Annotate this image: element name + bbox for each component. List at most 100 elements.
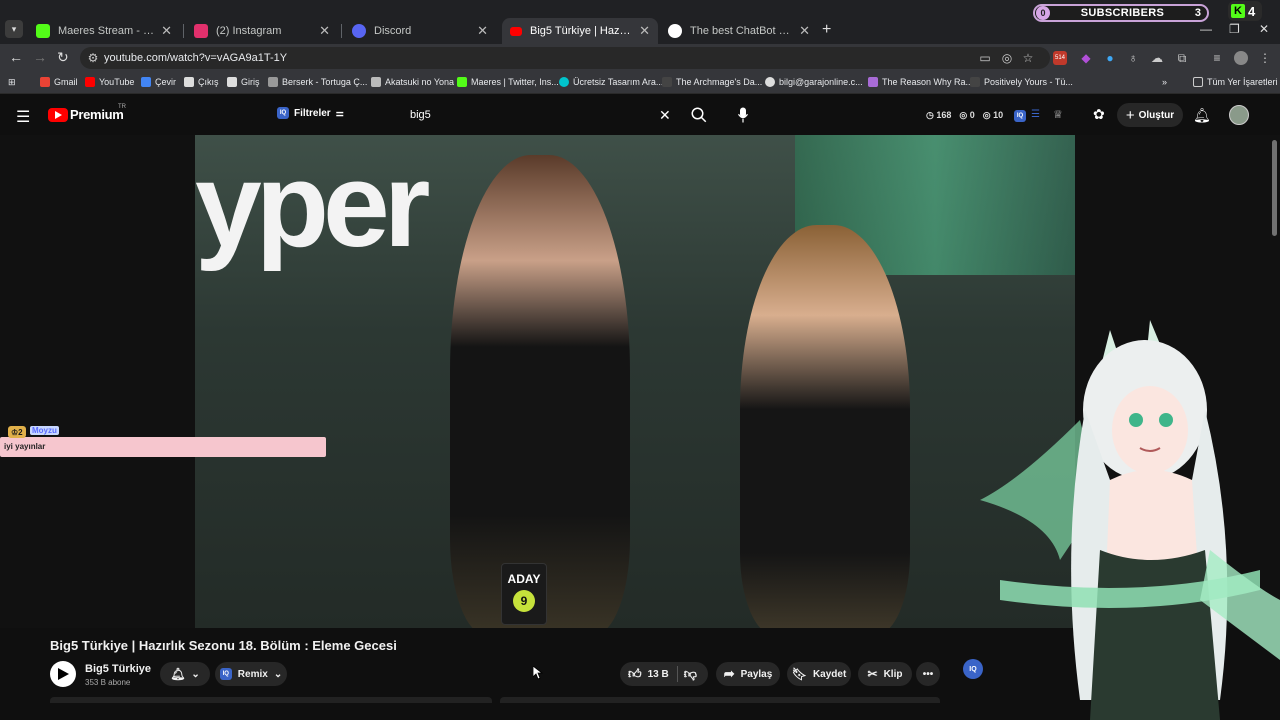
more-horizontal-icon: •••: [922, 668, 934, 680]
tab-close-icon[interactable]: ✕: [319, 23, 330, 39]
apps-grid-icon[interactable]: ⊞: [8, 77, 16, 88]
page-icon: [227, 77, 237, 87]
notifications-bell-icon[interactable]: 🔔︎: [1193, 107, 1211, 124]
chat-username: Moyzu: [30, 426, 59, 435]
youtube-premium-label[interactable]: Premium: [70, 107, 124, 122]
video-title: Big5 Türkiye | Hazırlık Sezonu 18. Bölüm…: [50, 638, 397, 653]
list-icon[interactable]: ☰: [1031, 109, 1040, 120]
extensions-puzzle-icon[interactable]: ⧉: [1175, 51, 1189, 65]
remix-button[interactable]: IQ Remix ⌄: [215, 662, 287, 686]
tab-close-icon[interactable]: ✕: [799, 23, 810, 39]
clip-button[interactable]: ✂ Klip: [858, 662, 912, 686]
extension-icon[interactable]: ♁: [1126, 51, 1140, 65]
bookmark-garajonline[interactable]: bilgi@garajonline.c...: [765, 77, 863, 87]
stat-views: ◷ 168: [926, 110, 952, 120]
hamburger-menu-icon[interactable]: ☰: [16, 107, 30, 127]
tab-close-icon[interactable]: ✕: [477, 23, 488, 39]
bookmark-reason-why[interactable]: The Reason Why Ra...: [868, 77, 973, 87]
tab-close-icon[interactable]: ✕: [639, 23, 650, 39]
eye-off-icon[interactable]: ◎: [1000, 51, 1014, 65]
tab-list-icon[interactable]: ≡: [1210, 51, 1224, 65]
tab-close-icon[interactable]: ✕: [161, 23, 172, 39]
video-sign-text: yper: [195, 138, 430, 272]
more-menu-icon[interactable]: ⋮: [1258, 51, 1272, 65]
site-info-icon[interactable]: ⚙: [86, 51, 100, 65]
tab-chatbot-widgets[interactable]: The best ChatBot and Widgets ✕: [660, 18, 818, 44]
like-dislike-group: 👍︎ 13 B 👎︎: [620, 662, 708, 686]
bookmark-canva[interactable]: Ücretsiz Tasarım Ara...: [559, 77, 663, 87]
tab-discord[interactable]: Discord ✕: [344, 18, 496, 44]
profile-avatar[interactable]: [1234, 51, 1248, 65]
forward-button[interactable]: →: [33, 49, 47, 65]
kick-follower-badge: K 4: [1228, 1, 1262, 21]
bookmark-star-icon[interactable]: ☆: [1021, 51, 1035, 65]
extension-icon[interactable]: ☁: [1150, 51, 1164, 65]
tab-instagram[interactable]: (2) Instagram ✕: [186, 18, 338, 44]
chat-message-text: iyi yayınlar: [4, 442, 46, 451]
bell-icon: 🔔︎: [170, 667, 186, 681]
chevron-down-icon: ⌄: [191, 668, 200, 680]
country-code: TR: [118, 104, 126, 110]
clear-search-icon[interactable]: ✕: [659, 107, 671, 124]
kick-icon: [457, 77, 467, 87]
thumbs-down-icon[interactable]: 👎︎: [684, 666, 697, 682]
account-avatar[interactable]: [1229, 105, 1249, 125]
extension-icon[interactable]: ●: [1103, 51, 1117, 65]
iq-icon: IQ: [277, 107, 289, 119]
share-button[interactable]: ➦ Paylaş: [716, 662, 780, 686]
extension-badge-icon[interactable]: 514: [1053, 51, 1067, 65]
minimize-button[interactable]: —: [1200, 22, 1212, 36]
bookmark-berserk[interactable]: Berserk - Tortuga Ç...: [268, 77, 367, 87]
filters-button[interactable]: IQ Filtreler ⚌: [277, 107, 344, 119]
bookmark-translate[interactable]: Çevir: [141, 77, 176, 87]
mouse-cursor-icon: [533, 666, 543, 680]
tab-big5-youtube[interactable]: Big5 Türkiye | Hazırlık Sezonu 1 ✕: [502, 18, 658, 44]
tab-search-button[interactable]: ▾: [5, 20, 23, 38]
cast-icon[interactable]: ▭: [978, 51, 992, 65]
extension-icon[interactable]: ◆: [1079, 51, 1093, 65]
trophy-icon[interactable]: ♕: [1053, 108, 1063, 121]
bookmarks-overflow-icon[interactable]: »: [1162, 77, 1167, 87]
iq-icon[interactable]: IQ: [1014, 110, 1026, 122]
video-frame[interactable]: yper ADAY 9: [195, 135, 1075, 628]
share-icon: ➦: [723, 666, 735, 681]
close-window-button[interactable]: ✕: [1259, 22, 1269, 36]
channel-avatar[interactable]: [50, 661, 76, 687]
maximize-button[interactable]: ❐: [1229, 22, 1240, 36]
youtube-icon: [510, 26, 522, 36]
instagram-icon: [194, 24, 208, 38]
bookmark-youtube[interactable]: YouTube: [85, 77, 134, 87]
page-scrollbar[interactable]: [1272, 140, 1277, 236]
bookmark-positively-yours[interactable]: Positively Yours - Tü...: [970, 77, 1073, 87]
new-tab-button[interactable]: +: [822, 21, 831, 39]
reload-button[interactable]: ↻: [57, 49, 69, 66]
chevron-down-icon: ⌄: [273, 668, 283, 680]
bookmark-akatsuki[interactable]: Akatsuki no Yona: [371, 77, 454, 87]
subscribers-widget: 0 SUBSCRIBERS 3: [1033, 4, 1209, 22]
all-bookmarks-folder[interactable]: Tüm Yer İşaretleri: [1193, 77, 1278, 87]
star-icon: [371, 77, 381, 87]
create-button[interactable]: + Oluştur: [1117, 103, 1183, 127]
subscribed-bell-button[interactable]: 🔔︎ ⌄: [160, 662, 210, 686]
search-input[interactable]: [398, 101, 682, 129]
save-button[interactable]: 🔖︎ Kaydet: [787, 662, 851, 686]
ship-icon: [268, 77, 278, 87]
bookmark-logout[interactable]: Çıkış: [184, 77, 219, 87]
thumbs-up-icon[interactable]: 👍︎: [628, 666, 642, 682]
back-button[interactable]: ←: [9, 49, 23, 65]
bookmark-archmage[interactable]: The Archmage's Da...: [662, 77, 762, 87]
bookmark-maeres-twitter[interactable]: Maeres | Twitter, Ins...: [457, 77, 559, 87]
github-icon: [668, 24, 682, 38]
tab-maeres-stream[interactable]: Maeres Stream - Watch Live on ✕: [28, 18, 180, 44]
more-actions-button[interactable]: •••: [916, 662, 940, 686]
search-icon[interactable]: [690, 106, 708, 124]
bookmark-login[interactable]: Giriş: [227, 77, 260, 87]
youtube-logo-icon[interactable]: [48, 108, 68, 122]
channel-name[interactable]: Big5 Türkiye: [85, 663, 151, 675]
microphone-icon[interactable]: [736, 106, 750, 124]
globe-icon: [765, 77, 775, 87]
page-icon: [662, 77, 672, 87]
description-panel-edge: [50, 697, 492, 703]
bookmark-gmail[interactable]: Gmail: [40, 77, 78, 87]
extension-spark-icon[interactable]: ✿: [1093, 106, 1105, 123]
